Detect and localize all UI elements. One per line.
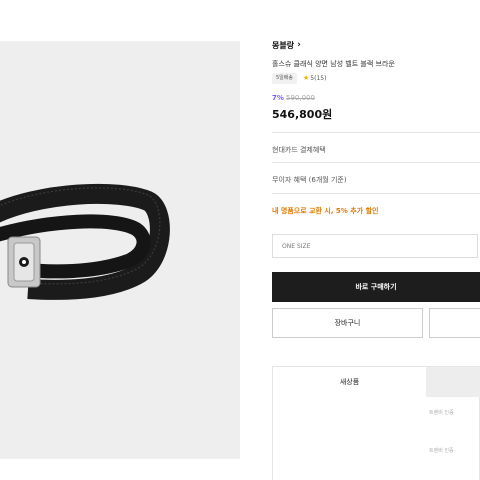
original-price: 590,000 bbox=[286, 94, 315, 102]
installment-benefit[interactable]: 무이자 혜택 (6개월 기준) bbox=[272, 175, 347, 185]
product-image[interactable] bbox=[0, 41, 240, 459]
product-name: 홀스슈 클래식 양면 남성 벨트 블랙 브라운 bbox=[272, 60, 395, 68]
product-info: 몽블랑 › 홀스슈 클래식 양면 남성 벨트 블랙 브라운 5일배송 ★ 5(1… bbox=[272, 0, 480, 480]
delivery-badge: 5일배송 bbox=[272, 73, 297, 84]
brand-name[interactable]: 몽블랑 bbox=[272, 40, 294, 51]
cart-button[interactable]: 장바구니 bbox=[272, 308, 423, 338]
star-icon: ★ bbox=[303, 74, 310, 82]
seller-panel: 새상품 트렌비 인증 트렌비 인증 bbox=[272, 366, 480, 480]
card-benefit[interactable]: 현대카드 결제혜택 bbox=[272, 145, 326, 155]
exchange-discount[interactable]: 내 명품으로 교환 시, 5% 추가 할인 bbox=[272, 206, 378, 216]
divider bbox=[272, 193, 480, 194]
divider bbox=[272, 162, 480, 163]
rating-value[interactable]: 5(15) bbox=[310, 73, 326, 84]
seller-line: 트렌비 인증 bbox=[429, 448, 454, 454]
size-select-value: ONE SIZE bbox=[282, 243, 311, 250]
buy-now-button[interactable]: 바로 구매하기 bbox=[272, 272, 480, 302]
tab-new[interactable]: 새상품 bbox=[273, 367, 426, 397]
discount-rate: 7% bbox=[272, 94, 284, 102]
wishlist-button[interactable] bbox=[429, 308, 480, 338]
brand-link[interactable]: 몽블랑 › bbox=[272, 40, 301, 51]
rating[interactable]: ★ 5(15) bbox=[303, 73, 326, 84]
sale-price: 546,800원 bbox=[272, 108, 333, 121]
divider bbox=[272, 132, 480, 133]
belt-illustration bbox=[0, 183, 170, 300]
chevron-right-icon[interactable]: › bbox=[297, 41, 301, 50]
tab-other[interactable] bbox=[426, 367, 480, 397]
size-select[interactable]: ONE SIZE bbox=[272, 234, 478, 258]
seller-line: 트렌비 인증 bbox=[429, 410, 454, 416]
